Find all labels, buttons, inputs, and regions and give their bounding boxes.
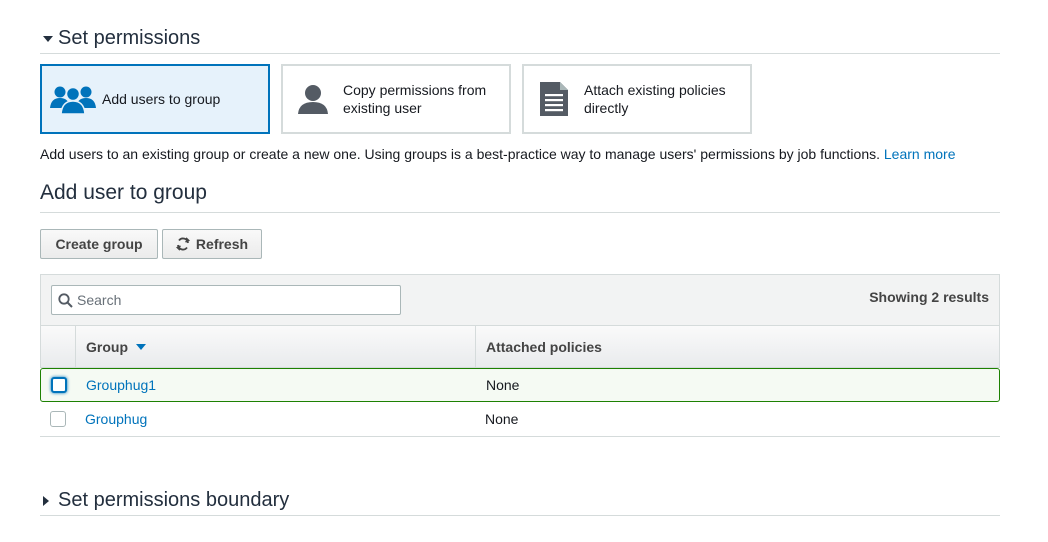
- set-permissions-header[interactable]: Set permissions: [40, 24, 1000, 54]
- column-header-policies: Attached policies: [486, 338, 602, 355]
- attached-policies-value: None: [485, 411, 519, 427]
- group-name-link[interactable]: Grouphug: [75, 411, 475, 427]
- permission-options: Add users to group Copy permissions from…: [40, 64, 752, 134]
- refresh-button[interactable]: Refresh: [162, 229, 262, 259]
- column-header-group[interactable]: Group: [76, 326, 476, 367]
- refresh-label: Refresh: [195, 236, 249, 252]
- learn-more-link[interactable]: Learn more: [884, 146, 956, 162]
- user-icon: [283, 84, 343, 114]
- results-count: Showing 2 results: [869, 289, 989, 305]
- create-group-label: Create group: [55, 236, 143, 252]
- row-checkbox[interactable]: [50, 377, 67, 393]
- group-name-link[interactable]: Grouphug1: [76, 377, 476, 393]
- option-label: Copy permissions from existing user: [343, 82, 487, 116]
- sort-down-icon: [136, 343, 146, 350]
- refresh-icon: [175, 237, 190, 251]
- set-permissions-boundary-header[interactable]: Set permissions boundary: [40, 486, 1000, 516]
- document-icon: [524, 82, 584, 116]
- option-add-users-to-group[interactable]: Add users to group: [40, 64, 270, 134]
- header-checkbox-column: [41, 326, 76, 367]
- table-row[interactable]: Grouphug None: [40, 402, 1000, 437]
- description-text: Add users to an existing group or create…: [40, 146, 880, 162]
- users-group-icon: [42, 84, 104, 114]
- add-user-to-group-heading: Add user to group: [40, 181, 1000, 213]
- table-row[interactable]: Grouphug1 None: [40, 368, 1000, 402]
- row-checkbox[interactable]: [49, 411, 66, 427]
- option-copy-permissions[interactable]: Copy permissions from existing user: [281, 64, 511, 134]
- set-permissions-boundary-title: Set permissions boundary: [58, 489, 290, 511]
- table-header: Group Attached policies: [40, 326, 1000, 368]
- table-toolbar: Showing 2 results: [40, 274, 1000, 326]
- set-permissions-title: Set permissions: [58, 27, 201, 49]
- option-description: Add users to an existing group or create…: [40, 146, 955, 162]
- search-box[interactable]: [51, 285, 401, 315]
- search-input[interactable]: [77, 292, 377, 308]
- search-icon: [58, 292, 73, 308]
- caret-right-icon: [40, 495, 58, 506]
- caret-down-icon: [40, 35, 58, 42]
- option-attach-policies[interactable]: Attach existing policies directly: [522, 64, 752, 134]
- attached-policies-value: None: [486, 377, 520, 393]
- column-group-label: Group: [86, 338, 128, 355]
- create-group-button[interactable]: Create group: [40, 229, 158, 259]
- option-label: Add users to group: [102, 91, 221, 107]
- option-label: Attach existing policies directly: [584, 82, 726, 116]
